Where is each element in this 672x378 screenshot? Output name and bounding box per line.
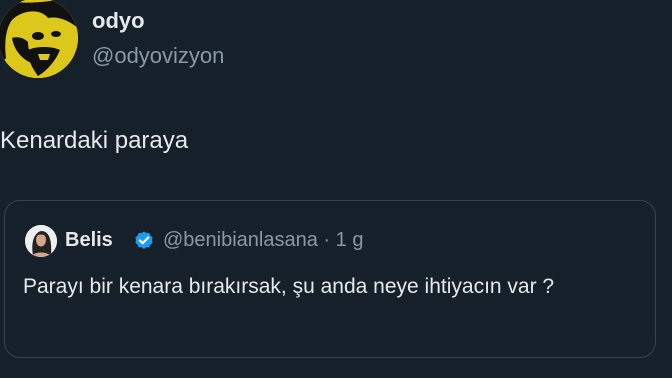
quoted-display-name[interactable]: Belis (65, 229, 113, 252)
author-display-name[interactable]: odyo (92, 8, 145, 34)
quoted-author-avatar[interactable] (25, 225, 57, 257)
author-handle[interactable]: @odyovizyon (92, 43, 224, 69)
quoted-handle-time[interactable]: @benibianlasana · 1 g (163, 229, 363, 252)
quoted-tweet-text: Parayı bir kenara bırakırsak, şu anda ne… (23, 275, 555, 298)
author-avatar[interactable] (0, 0, 78, 78)
verified-badge-icon (135, 231, 153, 249)
woman-portrait-icon (25, 225, 57, 257)
caricature-face-icon (0, 0, 78, 78)
quoted-tweet-card[interactable]: Belis @benibianlasana · 1 g Parayı bir k… (4, 200, 656, 358)
tweet-text: Kenardaki paraya (0, 127, 189, 154)
